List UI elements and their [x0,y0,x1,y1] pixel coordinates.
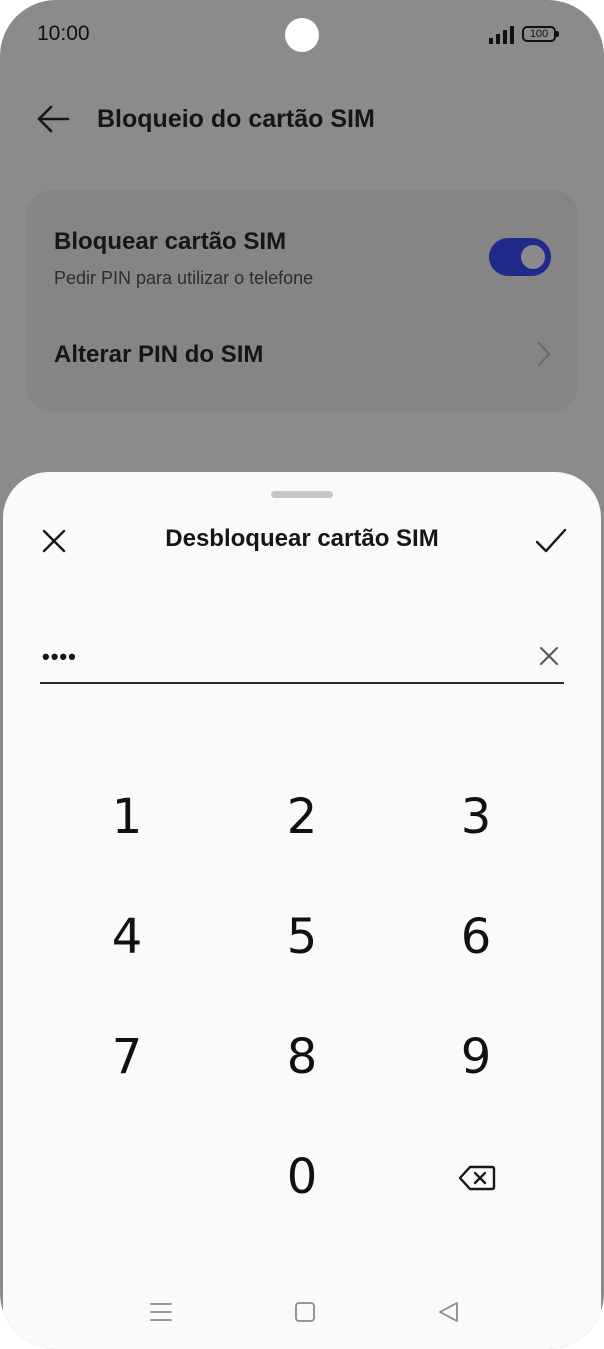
key-5[interactable]: 5 [227,887,377,987]
signal-icon [489,26,514,44]
key-7[interactable]: 7 [52,1007,202,1107]
menu-icon[interactable] [150,1301,172,1323]
lock-sim-subtitle: Pedir PIN para utilizar o telefone [54,268,314,288]
key-9[interactable]: 9 [401,1007,551,1107]
lock-sim-toggle[interactable] [489,238,551,276]
change-pin-label: Alterar PIN do SIM [54,341,264,368]
pin-value: •••• [42,644,77,669]
key-8[interactable]: 8 [227,1007,377,1107]
camera-cutout [285,18,319,52]
triangle-back-icon[interactable] [437,1301,459,1323]
key-1[interactable]: 1 [52,767,202,867]
sim-lock-settings-card: Bloquear cartão SIM Pedir PIN para utili… [26,190,578,412]
sheet-title: Desbloquear cartão SIM [165,525,439,552]
square-icon[interactable] [294,1301,316,1323]
app-header: Bloqueio do cartão SIM [0,90,604,150]
key-0[interactable]: 0 [227,1127,377,1227]
status-time: 10:00 [37,22,90,45]
system-nav-bar [3,1287,601,1337]
phone-screen: 10:00 100 Bloqueio do cartão SIM Bloquea… [0,0,604,1349]
battery-icon: 100 [522,26,559,42]
lock-sim-title: Bloquear cartão SIM [54,228,287,255]
key-2[interactable]: 2 [227,767,377,867]
clear-icon[interactable] [538,645,560,667]
battery-level: 100 [529,28,549,40]
sheet-drag-handle[interactable] [271,491,333,498]
status-bar: 10:00 100 [0,0,604,70]
key-6[interactable]: 6 [401,887,551,987]
arrow-left-icon[interactable] [36,104,70,134]
pin-input[interactable]: •••• [40,632,564,684]
key-4[interactable]: 4 [52,887,202,987]
backspace-icon[interactable] [458,1165,496,1191]
page-title: Bloqueio do cartão SIM [97,105,375,133]
chevron-right-icon [537,341,551,367]
unlock-sim-sheet: Desbloquear cartão SIM •••• 1 2 3 4 5 6 … [3,472,601,1349]
toggle-knob [521,245,545,269]
check-icon[interactable] [534,526,568,556]
key-3[interactable]: 3 [401,767,551,867]
